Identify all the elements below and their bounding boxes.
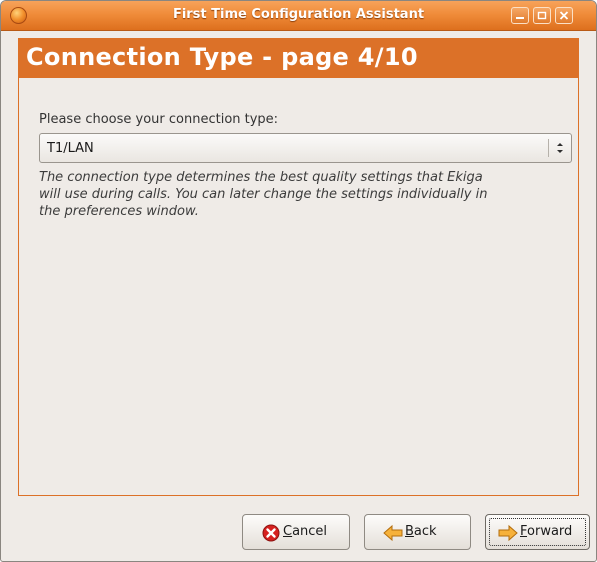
connection-type-combobox[interactable]: T1/LAN — [39, 133, 572, 163]
page-title: Connection Type - page 4/10 — [26, 43, 418, 71]
cancel-button-label: Cancel — [283, 524, 328, 539]
window-title: First Time Configuration Assistant — [172, 7, 425, 22]
back-button[interactable]: Back — [364, 514, 471, 550]
page-content: Please choose your connection type: T1/L… — [18, 78, 579, 496]
title-bar[interactable]: First Time Configuration Assistant — [1, 1, 596, 31]
connection-type-description: The connection type determines the best … — [39, 170, 488, 219]
close-icon — [559, 11, 569, 20]
connection-type-value: T1/LAN — [47, 141, 94, 156]
forward-arrow-icon — [498, 524, 518, 542]
minimize-icon — [516, 17, 524, 19]
cancel-icon — [262, 524, 280, 542]
updown-arrows-icon — [557, 143, 563, 153]
maximize-icon — [537, 11, 547, 20]
forward-button-label: Forward — [520, 524, 573, 539]
connection-type-label: Please choose your connection type: — [39, 112, 279, 127]
combobox-separator — [548, 139, 549, 157]
cancel-button[interactable]: Cancel — [242, 514, 350, 550]
back-button-label: Back — [405, 524, 437, 539]
minimize-button[interactable] — [511, 7, 529, 24]
page-header: Connection Type - page 4/10 — [18, 38, 579, 78]
maximize-button[interactable] — [533, 7, 551, 24]
assistant-window: First Time Configuration Assistant Conne… — [0, 0, 597, 562]
back-arrow-icon — [383, 524, 403, 542]
forward-button[interactable]: Forward — [485, 514, 590, 550]
close-button[interactable] — [555, 7, 573, 24]
